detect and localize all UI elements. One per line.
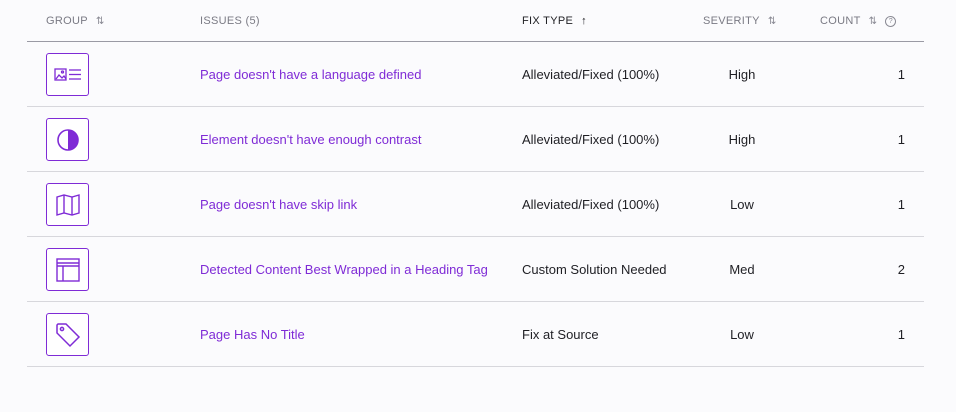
table-row: Detected Content Best Wrapped in a Headi… [27, 237, 924, 302]
tag-icon [46, 313, 89, 356]
column-label: SEVERITY [703, 15, 760, 27]
sort-ascending-icon[interactable]: ↑ [581, 15, 587, 27]
issues-table: GROUP ⇅ ISSUES (5) FIX TYPE ↑ SEVERITY ⇅… [27, 0, 924, 367]
column-header-group[interactable]: GROUP ⇅ [46, 15, 105, 27]
sort-icon[interactable]: ⇅ [96, 16, 105, 27]
column-header-count[interactable]: COUNT ⇅ ? [820, 15, 897, 27]
fix-type: Fix at Source [522, 327, 599, 342]
severity: High [728, 67, 756, 82]
map-icon [46, 183, 89, 226]
count: 1 [897, 197, 905, 212]
column-label: FIX TYPE [522, 15, 574, 27]
count: 2 [897, 262, 905, 277]
table-row: Page Has No Title Fix at Source Low 1 [27, 302, 924, 367]
count: 1 [897, 132, 905, 147]
severity: Low [730, 197, 754, 212]
table-row: Page doesn't have skip link Alleviated/F… [27, 172, 924, 237]
fix-type: Alleviated/Fixed (100%) [522, 197, 660, 212]
table-header: GROUP ⇅ ISSUES (5) FIX TYPE ↑ SEVERITY ⇅… [27, 0, 924, 42]
severity: Med [729, 262, 755, 277]
column-label: GROUP [46, 15, 88, 27]
issue-link[interactable]: Page doesn't have skip link [200, 197, 357, 212]
help-icon[interactable]: ? [885, 15, 897, 27]
column-label: ISSUES (5) [200, 15, 260, 27]
layout-icon [46, 248, 89, 291]
column-header-fix-type[interactable]: FIX TYPE ↑ [522, 15, 587, 27]
fix-type: Alleviated/Fixed (100%) [522, 67, 660, 82]
table-row: Element doesn't have enough contrast All… [27, 107, 924, 172]
severity: High [728, 132, 756, 147]
severity: Low [730, 327, 754, 342]
issue-link[interactable]: Page Has No Title [200, 327, 305, 342]
fix-type: Custom Solution Needed [522, 262, 667, 277]
issue-link[interactable]: Detected Content Best Wrapped in a Headi… [200, 262, 488, 277]
column-header-issues: ISSUES (5) [200, 15, 260, 27]
column-label: COUNT [820, 15, 861, 27]
issue-link[interactable]: Element doesn't have enough contrast [200, 132, 421, 147]
table-row: Page doesn't have a language defined All… [27, 42, 924, 107]
image-text-icon [46, 53, 89, 96]
column-header-severity[interactable]: SEVERITY ⇅ [703, 15, 777, 27]
sort-icon[interactable]: ⇅ [768, 16, 777, 27]
contrast-icon [46, 118, 89, 161]
issue-link[interactable]: Page doesn't have a language defined [200, 67, 422, 82]
count: 1 [897, 67, 905, 82]
fix-type: Alleviated/Fixed (100%) [522, 132, 660, 147]
sort-icon[interactable]: ⇅ [869, 16, 878, 27]
count: 1 [897, 327, 905, 342]
